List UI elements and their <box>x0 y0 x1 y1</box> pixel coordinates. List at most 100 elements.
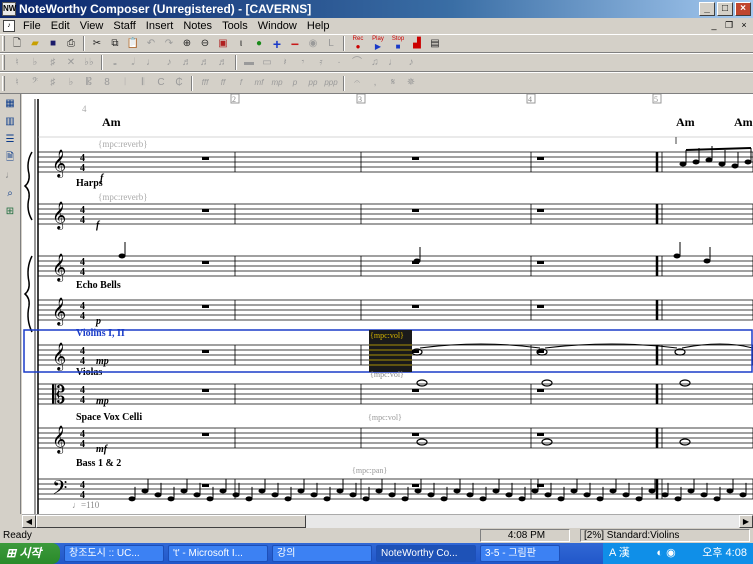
mdi-restore-button[interactable]: ❐ <box>722 19 736 32</box>
triplet-icon[interactable]: ♩ <box>384 55 402 71</box>
redo-icon[interactable]: ↷ <box>160 36 178 52</box>
add-staff-icon[interactable]: + <box>268 36 286 52</box>
mf-icon[interactable]: mf <box>250 75 268 91</box>
double-flat-icon[interactable]: ♭♭ <box>80 55 98 71</box>
tenuto-icon[interactable]: ♯ <box>44 75 62 91</box>
cut-icon[interactable]: ✂ <box>88 36 106 52</box>
toolbar-grip[interactable] <box>2 55 5 70</box>
key-signature-icon[interactable]: 𝄡 <box>80 75 98 91</box>
instrument-icon[interactable]: ▣ <box>214 36 232 52</box>
ending-icon[interactable]: 𝄃 <box>134 75 152 91</box>
mdi-close-button[interactable]: × <box>737 19 751 32</box>
score-canvas[interactable]: 2 3 4 5 Am Am Am 4 𝄞 4 4 𝄞 4 4 𝄞 4 4 𝄞 4 4 𝄞 4 4 𝄡 4 4 𝄞 4 4… <box>22 94 753 514</box>
lyrics-icon[interactable]: L <box>322 36 340 52</box>
toolbar-grip[interactable] <box>2 36 5 51</box>
dot-icon[interactable]: · <box>330 55 348 71</box>
record-button[interactable]: Rec ● <box>348 35 368 52</box>
marker-icon[interactable]: ● <box>250 36 268 52</box>
whole-rest-icon[interactable]: ▬ <box>240 55 258 71</box>
half-rest-icon[interactable]: ▭ <box>258 55 276 71</box>
ime-indicator[interactable]: A 漢 <box>609 543 630 564</box>
undo-icon[interactable]: ↶ <box>142 36 160 52</box>
toolbar-grip[interactable] <box>2 75 5 91</box>
sixteenth-rest-icon[interactable]: 𝄿 <box>312 55 330 71</box>
instrument-list-icon[interactable]: ☰ <box>2 132 18 148</box>
half-note-icon[interactable]: 𝅗𝅥 <box>124 55 142 71</box>
minimize-button[interactable]: _ <box>699 2 715 16</box>
accent-icon[interactable]: 𝄢 <box>26 75 44 91</box>
fff-icon[interactable]: fff <box>196 75 214 91</box>
slur-icon[interactable]: ♭ <box>62 75 80 91</box>
copy-icon[interactable]: ⧉ <box>106 36 124 52</box>
search-icon[interactable]: ⌕ <box>2 186 18 202</box>
save-icon[interactable]: ■ <box>44 36 62 52</box>
sixtyfourth-note-icon[interactable]: ♬ <box>214 55 232 71</box>
menu-window[interactable]: Window <box>253 20 302 32</box>
time-signature-icon[interactable]: 8 <box>98 75 116 91</box>
coda-icon[interactable]: ✵ <box>402 75 420 91</box>
pp-icon[interactable]: pp <box>304 75 322 91</box>
sixteenth-note-icon[interactable]: ♬ <box>178 55 196 71</box>
task-button[interactable]: 창조도시 :: UC... <box>64 545 164 562</box>
dynamics-icon[interactable]: ♩ <box>2 168 18 184</box>
menu-staff[interactable]: Staff <box>108 20 140 32</box>
p-icon[interactable]: p <box>286 75 304 91</box>
task-button-active[interactable]: NoteWorthy Co... <box>376 545 476 562</box>
menu-view[interactable]: View <box>75 20 109 32</box>
staccato-icon[interactable]: ♮ <box>8 75 26 91</box>
zoom-out-icon[interactable]: ⊖ <box>196 36 214 52</box>
app-icon[interactable]: NW <box>2 2 16 16</box>
menu-help[interactable]: Help <box>302 20 335 32</box>
bar-line-icon[interactable]: 𝄀 <box>116 75 134 91</box>
print-icon[interactable]: ⎙ <box>62 36 80 52</box>
grace-note-icon[interactable]: ♪ <box>402 55 420 71</box>
scroll-right-icon[interactable]: ▶ <box>739 515 753 528</box>
thirtysecond-note-icon[interactable]: ♬ <box>196 55 214 71</box>
f-icon[interactable]: f <box>232 75 250 91</box>
scroll-thumb[interactable] <box>36 515 306 528</box>
cut-time-icon[interactable]: ₵ <box>170 75 188 91</box>
keyboard-icon[interactable]: ▤ <box>426 36 444 52</box>
natural-icon[interactable]: ♮ <box>8 55 26 71</box>
scroll-left-icon[interactable]: ◀ <box>22 515 36 528</box>
fermata-icon[interactable]: 𝄐 <box>348 75 366 91</box>
ff-icon[interactable]: ff <box>214 75 232 91</box>
task-button[interactable]: 't' - Microsoft I... <box>168 545 268 562</box>
beam-icon[interactable]: ♫ <box>366 55 384 71</box>
task-button[interactable]: 3-5 - 그림판 <box>480 545 560 562</box>
segno-icon[interactable]: 𝄋 <box>384 75 402 91</box>
staff-icon[interactable]: ▦ <box>2 96 18 112</box>
horizontal-scrollbar[interactable]: ◀ ▶ <box>22 514 753 528</box>
insert-mode-icon[interactable]: ι <box>232 36 250 52</box>
tie-icon[interactable]: ⌒ <box>348 55 366 71</box>
staff-properties-icon[interactable]: ◉ <box>304 36 322 52</box>
play-button[interactable]: Play ▶ <box>368 35 388 52</box>
print-preview-icon[interactable]: 🗎 <box>2 150 18 166</box>
mixer-icon[interactable]: ▟ <box>408 36 426 52</box>
start-button[interactable]: ⊞ 시작 <box>0 543 60 564</box>
menu-tools[interactable]: Tools <box>217 20 253 32</box>
flat-icon[interactable]: ♭ <box>26 55 44 71</box>
breath-icon[interactable]: , <box>366 75 384 91</box>
quarter-rest-icon[interactable]: 𝄽 <box>276 55 294 71</box>
task-button[interactable]: 강의 <box>272 545 372 562</box>
remove-staff-icon[interactable]: − <box>286 36 304 52</box>
stop-button[interactable]: Stop ■ <box>388 35 408 52</box>
close-button[interactable]: × <box>735 2 751 16</box>
tray-icons[interactable]: ◐ ◉ <box>656 543 675 564</box>
paste-icon[interactable]: 📋 <box>124 36 142 52</box>
document-icon[interactable]: ♪ <box>3 20 15 32</box>
eighth-note-icon[interactable]: ♪ <box>160 55 178 71</box>
new-icon[interactable]: 🗋 <box>8 36 26 52</box>
mdi-minimize-button[interactable]: _ <box>707 19 721 32</box>
quarter-note-icon[interactable]: ♩ <box>142 55 160 71</box>
sharp-icon[interactable]: ♯ <box>44 55 62 71</box>
menu-insert[interactable]: Insert <box>141 20 179 32</box>
menu-notes[interactable]: Notes <box>178 20 217 32</box>
menu-edit[interactable]: Edit <box>46 20 75 32</box>
book-icon[interactable]: ▥ <box>2 114 18 130</box>
grid-icon[interactable]: ⊞ <box>2 204 18 220</box>
ppp-icon[interactable]: ppp <box>322 75 340 91</box>
open-icon[interactable]: ▰ <box>26 36 44 52</box>
mp-icon[interactable]: mp <box>268 75 286 91</box>
